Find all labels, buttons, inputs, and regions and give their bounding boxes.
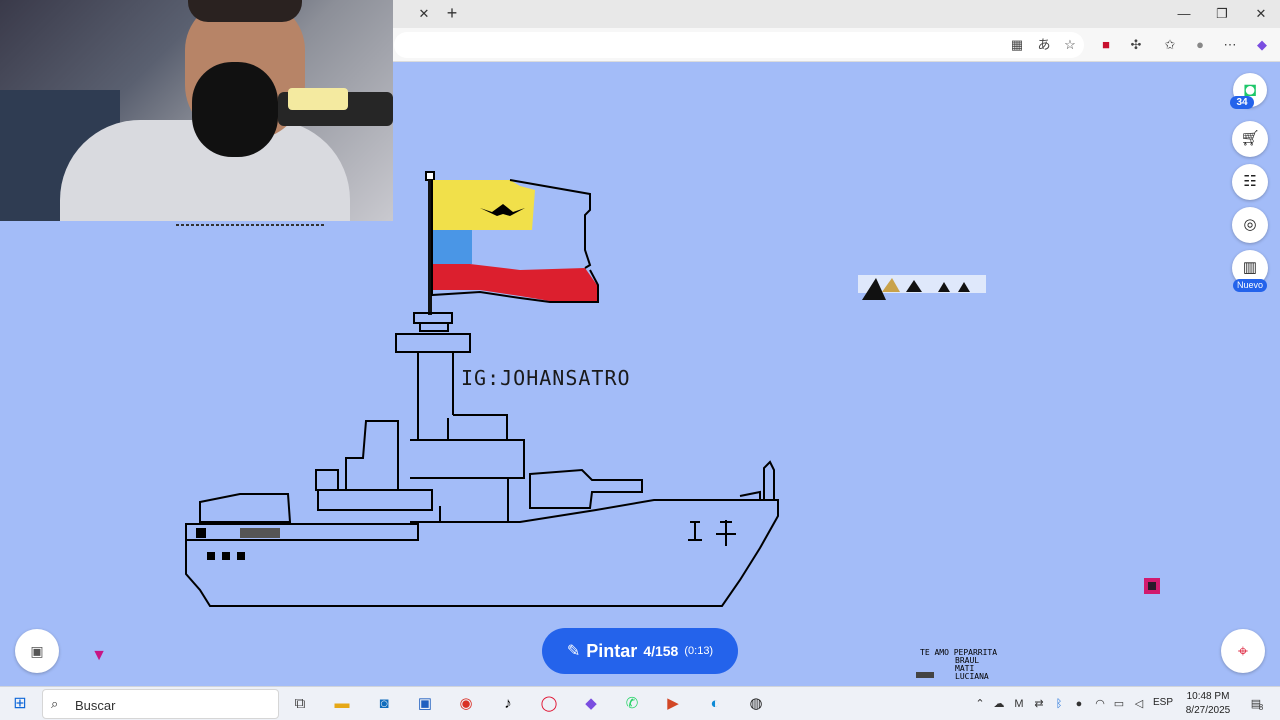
edge-icon[interactable]: ◐: [703, 693, 727, 715]
clock-date: 8/27/2025: [1185, 705, 1231, 716]
microphone-tray-icon[interactable]: ●: [1071, 696, 1087, 712]
apps-icon[interactable]: ▦: [1008, 36, 1026, 54]
pixel-canvas[interactable]: [0, 62, 1280, 686]
opera-icon[interactable]: ◯: [537, 693, 561, 715]
taskbar-search[interactable]: ⌕ Buscar: [42, 689, 279, 719]
flagpole-top: [425, 171, 435, 181]
language-indicator[interactable]: ESP: [1153, 697, 1173, 708]
notification-count: 8: [1258, 703, 1264, 712]
profile-icon[interactable]: ●: [1191, 36, 1209, 54]
tray-app-icon[interactable]: M: [1011, 696, 1027, 712]
map-layers-button[interactable]: ▣: [15, 629, 59, 673]
brush-icon: ✎: [566, 643, 581, 660]
file-explorer-icon[interactable]: ▬: [330, 693, 354, 715]
extension-red-icon[interactable]: ■: [1097, 36, 1115, 54]
tiny-boat-art: [916, 672, 934, 678]
webcam-person-hair: [188, 0, 302, 22]
tray-settings-icon[interactable]: ⇄: [1031, 696, 1047, 712]
ship-hull: [185, 414, 779, 607]
obs-icon[interactable]: ◍: [744, 693, 768, 715]
tray-cloud-icon[interactable]: ☁: [991, 696, 1007, 712]
signature-text: IG:JOHANSATRO: [461, 366, 631, 390]
battery-icon[interactable]: ▭: [1111, 696, 1127, 712]
bluetooth-icon[interactable]: ᛒ: [1051, 696, 1067, 712]
pixel-art-cluster: [858, 275, 986, 300]
windows-start-icon[interactable]: ⊞: [10, 694, 30, 714]
store-app-icon[interactable]: ▣: [413, 693, 437, 715]
wifi-icon[interactable]: ◠: [1092, 696, 1108, 712]
maximize-button[interactable]: ❐: [1208, 4, 1236, 24]
close-window-button[interactable]: ✕: [1247, 4, 1275, 24]
more-icon[interactable]: ⋯: [1221, 36, 1239, 54]
tray-chevron-icon[interactable]: ⌃: [972, 696, 988, 712]
locate-button[interactable]: ⌖: [1221, 629, 1265, 673]
whatsapp-icon[interactable]: ✆: [620, 693, 644, 715]
translate-icon[interactable]: あ: [1035, 36, 1053, 54]
extensions-puzzle-icon[interactable]: ✣: [1127, 36, 1145, 54]
search-icon: ⌕: [51, 696, 59, 711]
powerpoint-icon[interactable]: ▶: [661, 693, 685, 715]
new-tab-button[interactable]: +: [442, 3, 462, 23]
tab-close-button[interactable]: ✕: [416, 6, 432, 22]
community-icon[interactable]: ☷: [1232, 164, 1268, 200]
store-icon[interactable]: 🛒︎: [1232, 121, 1268, 157]
outlook-icon[interactable]: ◙: [372, 693, 396, 715]
copilot-icon[interactable]: ◆: [1253, 36, 1271, 54]
taskbar: ⊞ ⌕ Buscar ⧉ ▬ ◙ ▣ ◉ ♪ ◯ ◆ ✆ ▶ ◐ ◍ ⌃ ☁ M…: [0, 686, 1280, 720]
nuevo-badge: Nuevo: [1233, 279, 1267, 292]
level-badge: 34: [1230, 96, 1254, 109]
paint-drop-icon[interactable]: ▼: [88, 645, 110, 667]
pink-pixel-art-core: [1148, 582, 1156, 590]
paint-charges-count: 4/158: [643, 643, 679, 659]
volume-icon[interactable]: ◁: [1131, 696, 1147, 712]
chrome-icon[interactable]: ◉: [454, 693, 478, 715]
clock-time: 10:48 PM: [1186, 691, 1230, 702]
favorites-icon[interactable]: ✩: [1161, 36, 1179, 54]
clock[interactable]: 10:48 PM 8/27/2025: [1183, 690, 1233, 718]
note-line-4: LUCIANA: [955, 672, 989, 681]
paint-button-label: Pintar: [586, 640, 638, 661]
taskbar-search-label: Buscar: [75, 698, 116, 713]
anchor-symbols: [688, 520, 736, 546]
flag-art: [431, 179, 599, 303]
copilot-app-icon[interactable]: ◆: [579, 693, 603, 715]
minimize-button[interactable]: —: [1170, 4, 1198, 24]
address-bar[interactable]: [394, 32, 1084, 58]
tiktok-icon[interactable]: ♪: [496, 693, 520, 715]
paint-button[interactable]: ✎ Pintar 4/158 (0:13): [542, 628, 738, 674]
paint-timer: (0:13): [684, 645, 714, 657]
hull-windows: [196, 528, 280, 560]
ship-mast: [395, 312, 471, 440]
favorite-star-icon[interactable]: ☆: [1061, 36, 1079, 54]
task-view-icon[interactable]: ⧉: [288, 693, 312, 715]
search-zoom-icon[interactable]: ◎: [1232, 207, 1268, 243]
